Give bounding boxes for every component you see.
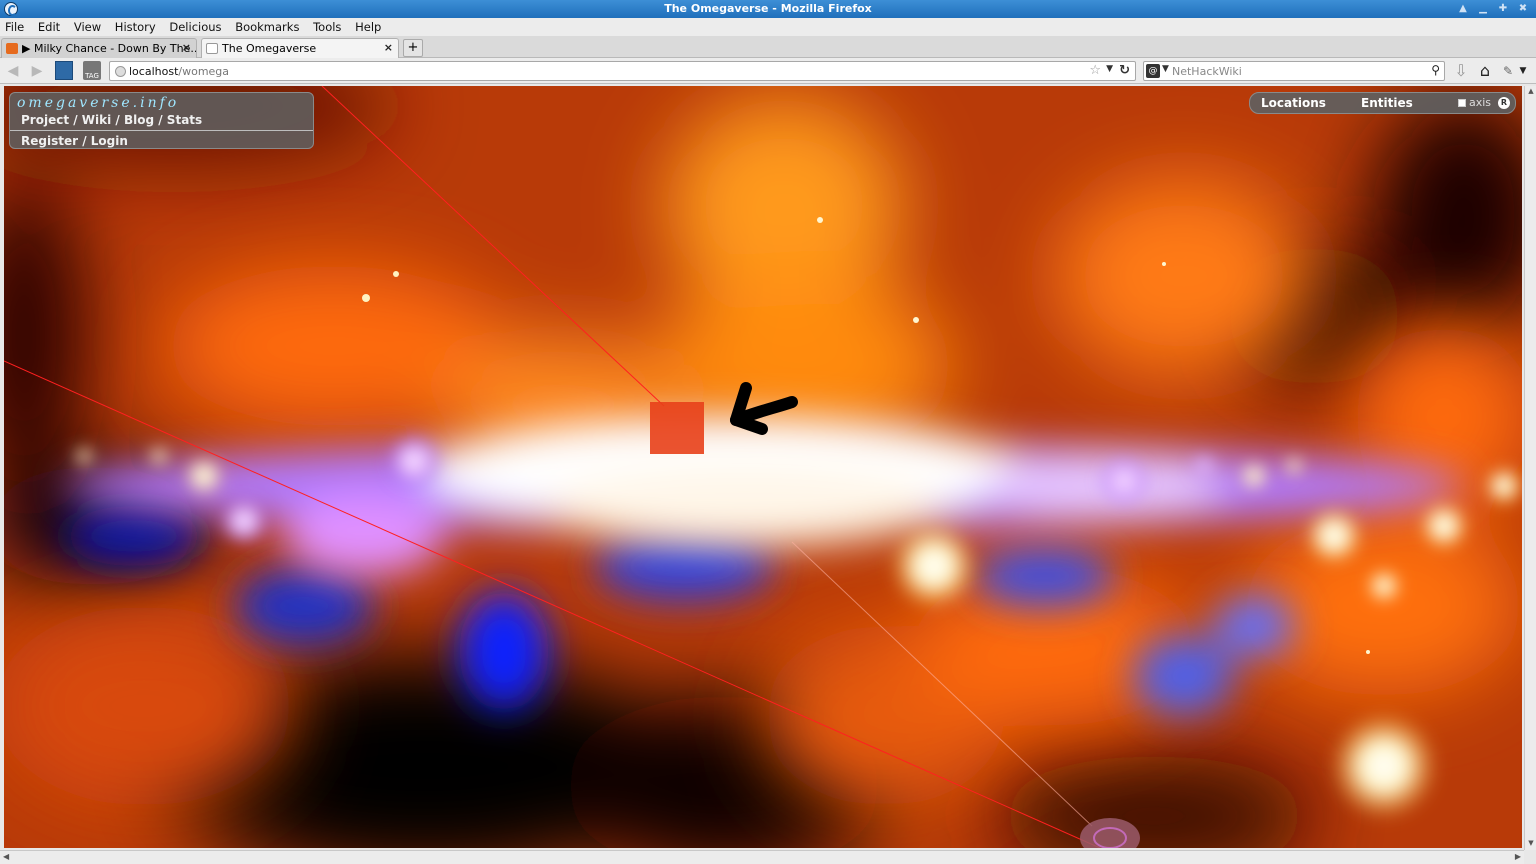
site-logo[interactable]: omegaverse.info [17,95,179,111]
scroll-down-icon[interactable]: ▼ [1526,839,1536,849]
search-engine-icon[interactable]: @ [1146,64,1160,78]
forward-icon[interactable]: ▶ [28,62,46,80]
tab-milky-chance[interactable]: ▶ Milky Chance - Down By The... × [1,38,197,58]
toolbar-menu-icon[interactable]: ▼ [1516,61,1530,81]
menu-tools[interactable]: Tools [308,18,346,34]
maximize-icon[interactable]: ✚ [1496,2,1510,16]
url-bar[interactable]: localhost/womega ☆ ▼ ↻ [109,61,1136,81]
scroll-left-icon[interactable]: ◀ [3,852,9,861]
search-bar[interactable]: @ ▼ NetHackWiki ⚲ [1143,61,1445,81]
scroll-right-icon[interactable]: ▶ [1515,852,1521,861]
entities-button[interactable]: Entities [1361,96,1413,110]
search-icon[interactable]: ⚲ [1431,63,1440,77]
bookmark-sidebar-icon[interactable] [55,61,73,80]
menu-edit[interactable]: Edit [33,18,65,34]
window-title: The Omegaverse - Mozilla Firefox [664,2,872,15]
site-identity-icon[interactable] [115,66,126,77]
window-controls: ▲ ▁ ✚ ✖ [1456,2,1530,16]
menu-bar: File Edit View History Delicious Bookmar… [0,18,1536,36]
menu-help[interactable]: Help [350,18,386,34]
search-input[interactable]: NetHackWiki [1172,65,1242,78]
red-cube-entity[interactable] [650,402,704,454]
home-icon[interactable]: ⌂ [1475,61,1495,81]
site-links[interactable]: Project / Wiki / Blog / Stats [21,113,202,127]
downloads-icon[interactable]: ⇩ [1451,61,1471,81]
delicious-tag-icon[interactable]: TAG [83,61,101,80]
reload-icon[interactable]: ↻ [1119,63,1130,78]
bookmark-star-icon[interactable]: ☆ [1089,63,1101,78]
reset-button[interactable]: R [1498,97,1510,109]
tab-close-icon[interactable]: × [182,41,191,54]
locations-button[interactable]: Locations [1261,96,1326,110]
menu-delicious[interactable]: Delicious [164,18,226,34]
axis-label: axis [1469,96,1492,109]
url-text[interactable]: localhost/womega [129,65,229,78]
site-menu-panel: omegaverse.info Project / Wiki / Blog / … [9,92,314,149]
tab-omegaverse[interactable]: The Omegaverse × [201,38,399,58]
new-tab-button[interactable]: + [403,39,423,57]
addon-icon[interactable]: ✎ [1498,61,1518,81]
scene-nav-panel: Locations Entities axis R [1249,92,1516,114]
page-icon [206,43,218,54]
close-icon[interactable]: ✖ [1516,2,1530,16]
engine-dropdown-icon[interactable]: ▼ [1162,64,1169,74]
window-titlebar: The Omegaverse - Mozilla Firefox ▲ ▁ ✚ ✖ [0,0,1536,18]
tab-label: ▶ Milky Chance - Down By The... [22,42,197,55]
tab-label: The Omegaverse [222,42,317,55]
shade-icon[interactable]: ▲ [1456,2,1470,16]
minimize-icon[interactable]: ▁ [1476,2,1490,16]
panel-divider [10,130,313,131]
history-dropdown-icon[interactable]: ▼ [1106,64,1113,74]
back-icon[interactable]: ◀ [4,62,22,80]
menu-view[interactable]: View [69,18,106,34]
nebula-scene[interactable] [4,86,1522,848]
tab-close-icon[interactable]: × [384,41,393,54]
menu-bookmarks[interactable]: Bookmarks [230,18,304,34]
menu-file[interactable]: File [0,18,29,34]
menu-history[interactable]: History [110,18,161,34]
horizontal-scrollbar[interactable]: ◀ ▶ [0,850,1524,864]
register-login-link[interactable]: Register / Login [21,134,128,148]
axis-checkbox[interactable] [1458,99,1466,107]
scroll-up-icon[interactable]: ▲ [1526,87,1536,97]
webgl-viewport[interactable]: omegaverse.info Project / Wiki / Blog / … [4,86,1522,848]
nav-toolbar: ◀ ▶ TAG localhost/womega ☆ ▼ ↻ @ ▼ NetHa… [0,58,1536,84]
youtube-icon [6,43,18,54]
tab-bar: ▶ Milky Chance - Down By The... × The Om… [0,36,1536,58]
vertical-scrollbar[interactable]: ▲ ▼ [1524,86,1536,850]
